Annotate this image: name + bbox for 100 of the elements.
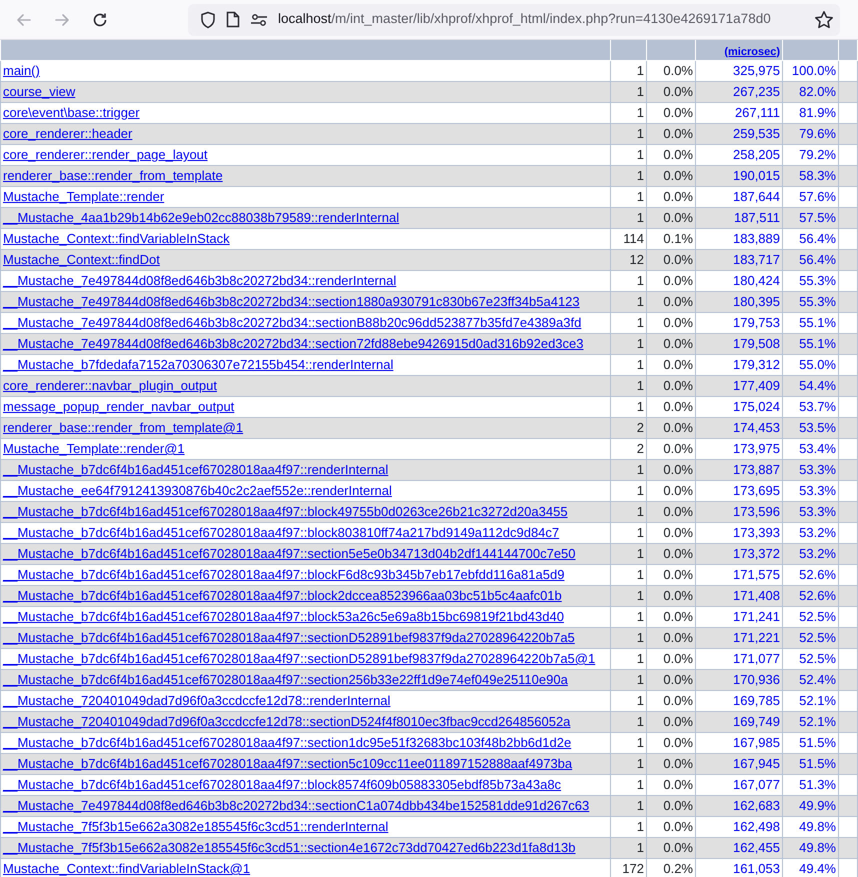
calls-percent-cell: 0.0%	[646, 438, 696, 459]
wall-time-percent-cell: 55.1%	[782, 312, 838, 333]
wall-time-percent-cell: 51.3%	[782, 774, 838, 795]
wall-time-cell: 169,785	[696, 690, 782, 711]
calls-percent-cell: 0.0%	[646, 270, 696, 291]
calls-cell: 1	[610, 564, 646, 585]
wall-time-cell: 179,508	[696, 333, 782, 354]
url-text[interactable]: localhost/m/int_master/lib/xhprof/xhprof_html/index.php?run=4130e4269171a78d0	[278, 9, 804, 30]
calls-cell: 1	[610, 354, 646, 375]
address-bar[interactable]: localhost/m/int_master/lib/xhprof/xhprof_html/index.php?run=4130e4269171a78d0	[188, 4, 840, 36]
wall-time-cell: 173,887	[696, 459, 782, 480]
calls-percent-cell: 0.0%	[646, 396, 696, 417]
calls-percent-cell: 0.0%	[646, 459, 696, 480]
function-link[interactable]: Mustache_Context::findDot	[3, 252, 160, 267]
calls-cell: 1	[610, 207, 646, 228]
calls-cell: 1	[610, 312, 646, 333]
wall-time-percent-cell: 79.6%	[782, 123, 838, 144]
function-link[interactable]: core\event\base::trigger	[3, 105, 140, 120]
calls-percent-cell: 0.0%	[646, 564, 696, 585]
calls-percent-cell: 0.0%	[646, 522, 696, 543]
calls-percent-cell: 0.0%	[646, 333, 696, 354]
calls-percent-cell: 0.0%	[646, 123, 696, 144]
wall-time-cell: 267,235	[696, 81, 782, 102]
calls-percent-cell: 0.0%	[646, 690, 696, 711]
wall-time-cell: 267,111	[696, 102, 782, 123]
wall-time-cell: 258,205	[696, 144, 782, 165]
calls-cell: 1	[610, 585, 646, 606]
wall-time-percent-cell: 56.4%	[782, 249, 838, 270]
page-icon	[226, 11, 240, 28]
wall-time-percent-cell: 49.9%	[782, 795, 838, 816]
wall-time-cell: 173,596	[696, 501, 782, 522]
calls-cell: 1	[610, 396, 646, 417]
calls-percent-cell: 0.0%	[646, 165, 696, 186]
wall-time-cell: 259,535	[696, 123, 782, 144]
function-link[interactable]: Mustache_Template::render	[3, 189, 164, 204]
calls-percent-cell: 0.0%	[646, 753, 696, 774]
calls-cell: 1	[610, 627, 646, 648]
wall-time-percent-cell: 53.5%	[782, 417, 838, 438]
wall-time-percent-cell: 57.5%	[782, 207, 838, 228]
calls-cell: 1	[610, 480, 646, 501]
calls-percent-cell: 0.0%	[646, 837, 696, 858]
wall-time-cell: 162,683	[696, 795, 782, 816]
wall-time-percent-cell: 52.5%	[782, 606, 838, 627]
wall-time-percent-cell: 81.9%	[782, 102, 838, 123]
wall-time-cell: 162,498	[696, 816, 782, 837]
calls-percent-cell: 0.0%	[646, 354, 696, 375]
calls-cell: 1	[610, 648, 646, 669]
calls-percent-cell: 0.0%	[646, 669, 696, 690]
calls-percent-cell: 0.0%	[646, 480, 696, 501]
calls-percent-cell: 0.0%	[646, 606, 696, 627]
wall-time-cell: 171,408	[696, 585, 782, 606]
wall-time-cell: 171,241	[696, 606, 782, 627]
calls-percent-cell: 0.0%	[646, 648, 696, 669]
wall-time-cell: 180,395	[696, 291, 782, 312]
wall-time-percent-cell: 53.4%	[782, 438, 838, 459]
function-link[interactable]: core_renderer::header	[3, 126, 132, 141]
wall-time-cell: 175,024	[696, 396, 782, 417]
calls-cell: 1	[610, 522, 646, 543]
calls-cell: 1	[610, 690, 646, 711]
wall-time-cell: 325,975	[696, 60, 782, 81]
wall-time-cell: 187,511	[696, 207, 782, 228]
calls-cell: 1	[610, 774, 646, 795]
calls-cell: 1	[610, 123, 646, 144]
wall-time-percent-cell: 52.1%	[782, 711, 838, 732]
permissions-icon[interactable]	[250, 12, 268, 26]
calls-percent-cell: 0.0%	[646, 249, 696, 270]
calls-cell: 1	[610, 837, 646, 858]
wall-time-cell: 162,455	[696, 837, 782, 858]
calls-cell: 1	[610, 333, 646, 354]
wall-time-percent-cell: 58.3%	[782, 165, 838, 186]
calls-cell: 1	[610, 606, 646, 627]
function-link[interactable]: course_view	[3, 84, 76, 99]
calls-cell: 1	[610, 291, 646, 312]
wall-time-percent-cell: 53.3%	[782, 480, 838, 501]
calls-percent-cell: 0.0%	[646, 144, 696, 165]
wall-time-cell: 170,936	[696, 669, 782, 690]
reload-icon[interactable]	[91, 10, 109, 28]
wall-time-percent-cell: 52.5%	[782, 648, 838, 669]
wall-time-percent-cell: 53.3%	[782, 459, 838, 480]
calls-percent-cell: 0.0%	[646, 291, 696, 312]
calls-percent-cell: 0.0%	[646, 711, 696, 732]
wall-time-cell: 187,644	[696, 186, 782, 207]
wall-time-percent-cell: 52.6%	[782, 585, 838, 606]
calls-cell: 1	[610, 753, 646, 774]
calls-cell: 1	[610, 501, 646, 522]
calls-percent-cell: 0.0%	[646, 60, 696, 81]
calls-percent-cell: 0.0%	[646, 816, 696, 837]
function-link[interactable]: main()	[3, 63, 40, 78]
calls-cell: 1	[610, 732, 646, 753]
wall-time-percent-cell: 53.7%	[782, 396, 838, 417]
calls-cell: 114	[610, 228, 646, 249]
calls-percent-cell: 0.0%	[646, 732, 696, 753]
calls-percent-cell: 0.0%	[646, 774, 696, 795]
wall-time-percent-cell: 51.5%	[782, 753, 838, 774]
bookmark-star-icon[interactable]	[814, 10, 834, 30]
wall-time-percent-cell: 49.8%	[782, 837, 838, 858]
calls-percent-cell: 0.0%	[646, 207, 696, 228]
wall-time-cell: 174,453	[696, 417, 782, 438]
wall-time-cell: 167,985	[696, 732, 782, 753]
calls-percent-cell: 0.0%	[646, 627, 696, 648]
